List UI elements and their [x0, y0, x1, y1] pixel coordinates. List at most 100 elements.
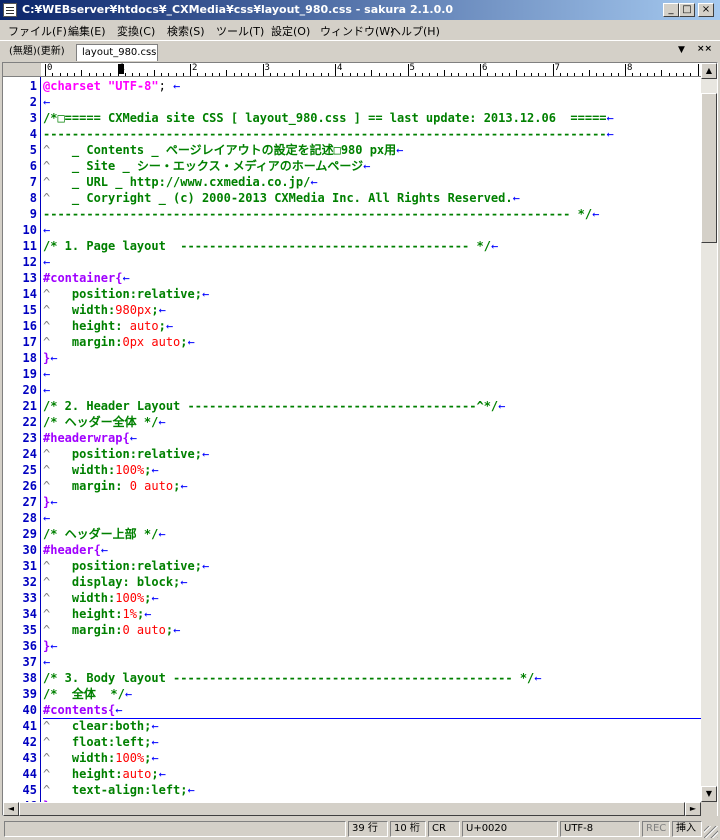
line-number[interactable]: 1 [3, 78, 37, 94]
line-number[interactable]: 32 [3, 574, 37, 590]
line-number[interactable]: 24 [3, 446, 37, 462]
line-number[interactable]: 33 [3, 590, 37, 606]
line-number[interactable]: 9 [3, 206, 37, 222]
line-number[interactable]: 41 [3, 718, 37, 734]
line-number[interactable]: 11 [3, 238, 37, 254]
scroll-up-button[interactable]: ▲ [701, 63, 717, 79]
code-line[interactable]: ^ margin:0 auto;← [43, 622, 180, 638]
line-number[interactable]: 34 [3, 606, 37, 622]
status-encoding[interactable]: UTF-8 [560, 821, 640, 837]
line-number-gutter[interactable]: 1 2 3 4 5 6 7 8 9 10 11 12 13 14 15 16 17 18 19 20 21 22 23 24 2… [3, 77, 41, 813]
code-line[interactable]: #header{← [43, 542, 108, 558]
line-number[interactable]: 36 [3, 638, 37, 654]
menu-search[interactable]: 検索(S) [167, 23, 205, 39]
line-number[interactable]: 39 [3, 686, 37, 702]
horizontal-scrollbar[interactable]: ◄ ► [3, 802, 701, 816]
code-line[interactable]: }← [43, 494, 57, 510]
menu-edit[interactable]: 編集(E) [68, 23, 106, 39]
minimize-button[interactable]: _ [663, 3, 679, 17]
code-line[interactable]: ← [43, 222, 50, 238]
code-line[interactable]: ^ width:100%;← [43, 590, 159, 606]
code-line[interactable]: ^ text-align:left;← [43, 782, 195, 798]
menu-tools[interactable]: ツール(T) [216, 23, 264, 39]
code-line[interactable]: ^ display: block;← [43, 574, 188, 590]
line-number[interactable]: 28 [3, 510, 37, 526]
line-number[interactable]: 7 [3, 174, 37, 190]
vertical-scroll-thumb[interactable] [701, 93, 717, 243]
code-line[interactable]: #container{← [43, 270, 130, 286]
code-line[interactable]: ^ _ URL _ http://www.cxmedia.co.jp/← [43, 174, 318, 190]
line-number[interactable]: 43 [3, 750, 37, 766]
line-number[interactable]: 6 [3, 158, 37, 174]
line-number[interactable]: 44 [3, 766, 37, 782]
code-line[interactable]: /* 1. Page layout ----------------------… [43, 238, 498, 254]
line-number[interactable]: 37 [3, 654, 37, 670]
code-line[interactable]: /* 全体 */← [43, 686, 132, 702]
line-number[interactable]: 4 [3, 126, 37, 142]
line-number[interactable]: 40 [3, 702, 37, 718]
code-line[interactable]: ^ width:100%;← [43, 462, 159, 478]
editor-pane[interactable]: 012345678 123456789101112131415161718192… [2, 62, 718, 816]
code-line[interactable]: /*□===== CXMedia site CSS [ layout_980.c… [43, 110, 614, 126]
line-number[interactable]: 45 [3, 782, 37, 798]
code-line[interactable]: @charset "UTF-8"; ← [43, 78, 180, 94]
code-line[interactable]: ----------------------------------------… [43, 206, 599, 222]
code-line[interactable]: ^ _ Coryright _ (c) 2000-2013 CXMedia In… [43, 190, 520, 206]
code-line[interactable]: ^ position:relative;← [43, 286, 209, 302]
tab-close-icon[interactable]: ×× [697, 44, 712, 54]
menu-settings[interactable]: 設定(O) [271, 23, 310, 39]
line-number[interactable]: 15 [3, 302, 37, 318]
line-number[interactable]: 35 [3, 622, 37, 638]
code-line[interactable]: ^ width:100%;← [43, 750, 159, 766]
line-number[interactable]: 26 [3, 478, 37, 494]
line-number[interactable]: 5 [3, 142, 37, 158]
code-line[interactable]: #contents{← [43, 702, 122, 718]
code-line[interactable]: }← [43, 638, 57, 654]
code-line[interactable]: }← [43, 350, 57, 366]
line-number[interactable]: 22 [3, 414, 37, 430]
code-line[interactable]: ^ height:auto;← [43, 766, 166, 782]
menu-convert[interactable]: 変換(C) [117, 23, 155, 39]
scroll-right-button[interactable]: ► [685, 802, 701, 816]
line-number[interactable]: 23 [3, 430, 37, 446]
maximize-button[interactable]: □ [679, 3, 695, 17]
code-line[interactable]: ----------------------------------------… [43, 126, 614, 142]
line-number[interactable]: 12 [3, 254, 37, 270]
code-line[interactable]: /* 3. Body layout ----------------------… [43, 670, 542, 686]
line-number[interactable]: 21 [3, 398, 37, 414]
line-number[interactable]: 18 [3, 350, 37, 366]
code-line[interactable]: ^ margin: 0 auto;← [43, 478, 188, 494]
code-line[interactable]: ^ height:1%;← [43, 606, 151, 622]
code-line[interactable]: /* 2. Header Layout --------------------… [43, 398, 505, 414]
code-line[interactable]: ^ _ Site _ シー・エックス・メディアのホームページ← [43, 158, 370, 174]
line-number[interactable]: 25 [3, 462, 37, 478]
status-insert-mode[interactable]: 挿入 [672, 821, 702, 837]
resize-grip-icon[interactable] [704, 826, 718, 838]
line-number[interactable]: 38 [3, 670, 37, 686]
title-bar[interactable]: C:¥WEBserver¥htdocs¥_CXMedia¥css¥layout_… [0, 0, 720, 20]
code-line[interactable]: ← [43, 94, 50, 110]
close-button[interactable]: × [698, 3, 714, 17]
line-number[interactable]: 2 [3, 94, 37, 110]
line-number[interactable]: 10 [3, 222, 37, 238]
code-line[interactable]: ^ _ Contents _ ページレイアウトの設定を記述□980 px用← [43, 142, 403, 158]
menu-file[interactable]: ファイル(F) [8, 23, 67, 39]
code-line[interactable]: #headerwrap{← [43, 430, 137, 446]
code-line[interactable]: ← [43, 366, 50, 382]
line-number[interactable]: 14 [3, 286, 37, 302]
code-line[interactable]: ^ position:relative;← [43, 558, 209, 574]
menu-window[interactable]: ウィンドウ(W) [320, 23, 394, 39]
menu-help[interactable]: ヘルプ(H) [390, 23, 440, 39]
code-area[interactable]: @charset "UTF-8"; ← ←/*□===== CXMedia sit… [43, 77, 701, 803]
line-number[interactable]: 3 [3, 110, 37, 126]
tab-list-dropdown-icon[interactable]: ▼ [678, 45, 685, 55]
code-line[interactable]: /* ヘッダー上部 */← [43, 526, 166, 542]
code-line[interactable]: ^ position:relative;← [43, 446, 209, 462]
scroll-left-button[interactable]: ◄ [3, 802, 19, 816]
code-line[interactable]: ^ height: auto;← [43, 318, 173, 334]
code-line[interactable]: ← [43, 382, 50, 398]
line-number[interactable]: 13 [3, 270, 37, 286]
tab-untitled[interactable]: (無題)(更新) [4, 44, 76, 61]
horizontal-scroll-thumb[interactable] [19, 802, 685, 816]
line-number[interactable]: 8 [3, 190, 37, 206]
